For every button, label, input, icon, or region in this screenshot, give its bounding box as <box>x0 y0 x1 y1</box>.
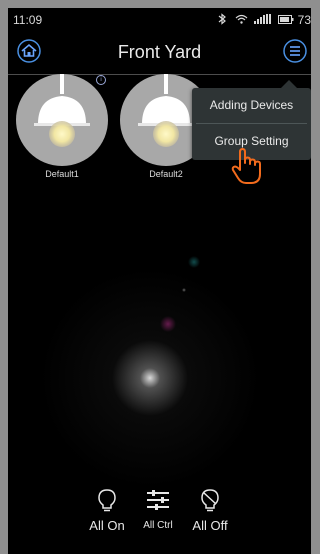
menu-icon[interactable] <box>283 39 307 63</box>
info-icon[interactable]: i <box>96 75 106 85</box>
all-on-label: All On <box>89 518 125 533</box>
battery-percent: 73 <box>297 13 311 27</box>
all-off-label: All Off <box>192 518 228 533</box>
battery-icon <box>278 15 294 24</box>
lamp-icon <box>34 74 90 147</box>
device-circle <box>16 74 108 166</box>
device-name: Default2 <box>149 169 183 179</box>
signal-icon <box>253 14 271 24</box>
all-on-button[interactable]: All On <box>84 488 130 533</box>
menu-item-adding-devices[interactable]: Adding Devices <box>192 88 311 123</box>
all-ctrl-button[interactable]: All Ctrl <box>136 488 180 531</box>
status-icons: 73 <box>218 13 311 27</box>
all-off-button[interactable]: All Off <box>186 488 234 533</box>
bulb-off-icon <box>201 489 219 512</box>
sliders-icon <box>147 490 169 510</box>
status-bar: 11:09 73 <box>8 8 311 34</box>
wifi-icon <box>235 14 248 24</box>
bulb-icon <box>98 489 116 512</box>
device-tile-default1[interactable]: i Default1 <box>14 74 110 179</box>
page-title: Front Yard <box>117 42 202 62</box>
all-ctrl-label: All Ctrl <box>143 520 173 531</box>
bluetooth-icon <box>218 13 227 25</box>
status-time: 11:09 <box>13 13 43 27</box>
bottom-bar: All On All Ctrl All Off <box>8 488 311 538</box>
device-name: Default1 <box>45 169 79 179</box>
phone-screen: 11:09 73 Front Yard i Default1 Default2 … <box>8 8 311 554</box>
pointing-hand-icon <box>231 148 261 184</box>
app-header: Front Yard <box>8 34 311 75</box>
